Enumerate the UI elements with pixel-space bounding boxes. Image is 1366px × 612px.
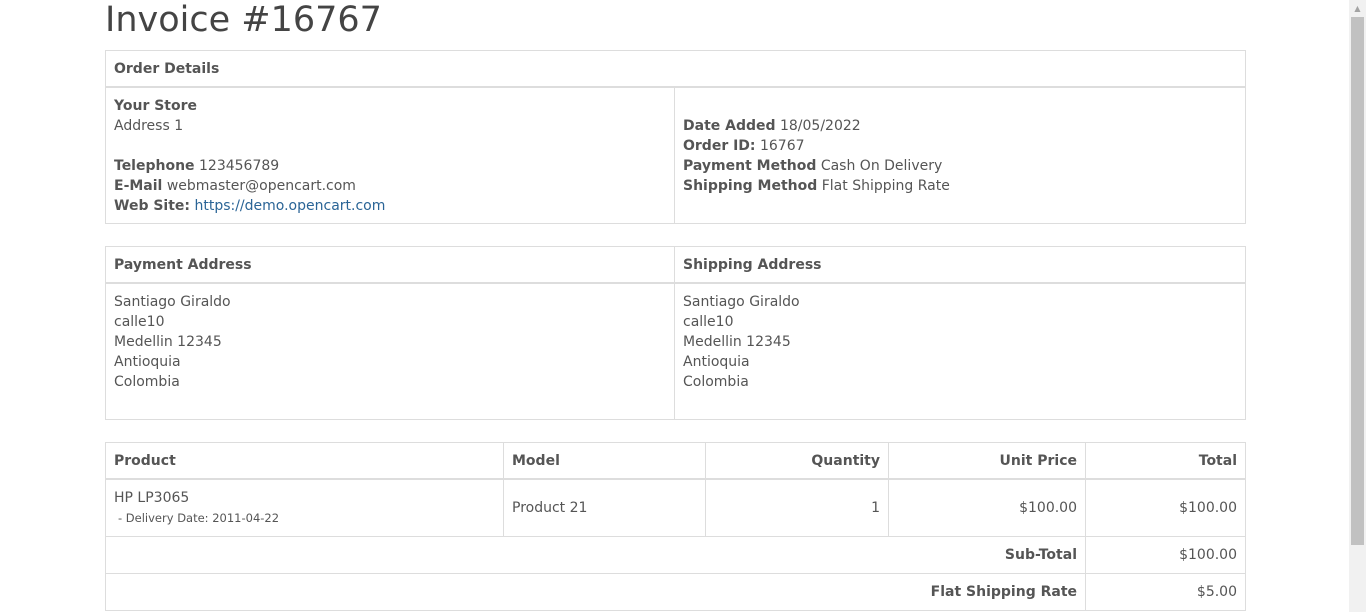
model-cell: Product 21: [503, 478, 706, 537]
order-details-heading: Order Details: [104, 50, 1247, 88]
telephone-label: Telephone: [114, 158, 195, 174]
address-table: Payment Address Shipping Address Santiag…: [105, 246, 1246, 420]
shipping-address-line: calle10: [683, 314, 734, 330]
product-option: - Delivery Date: 2011-04-22: [118, 510, 280, 525]
shipping-address-line: Santiago Giraldo: [683, 294, 800, 310]
quantity-cell: 1: [705, 478, 889, 537]
totals-row: Sub-Total $100.00: [105, 535, 1246, 574]
quantity-column-header: Quantity: [705, 442, 889, 480]
shipping-total-value: $5.00: [1085, 572, 1246, 611]
model-column-header: Model: [503, 442, 706, 480]
subtotal-value: $100.00: [1085, 535, 1246, 574]
shipping-method-label: Shipping Method: [683, 178, 818, 194]
products-table: Product Model Quantity Unit Price Total …: [105, 442, 1246, 611]
shipping-address: Santiago Giraldo calle10 Medellin 12345 …: [674, 282, 1246, 420]
total-cell: $100.00: [1085, 478, 1246, 537]
shipping-total-label-text: Flat Shipping Rate: [930, 583, 1077, 600]
shipping-address-heading: Shipping Address: [674, 246, 1246, 284]
unit-price-column-header: Unit Price: [888, 442, 1086, 480]
website-link[interactable]: https://demo.opencart.com: [194, 198, 385, 214]
shipping-method-value: Flat Shipping Rate: [821, 178, 950, 194]
vertical-scrollbar[interactable]: ▲: [1349, 0, 1366, 612]
date-added-label: Date Added: [683, 118, 776, 134]
email-label: E-Mail: [114, 178, 163, 194]
payment-method-label: Payment Method: [683, 158, 817, 174]
shipping-address-line: Colombia: [683, 374, 749, 390]
payment-address-heading: Payment Address: [105, 246, 675, 284]
subtotal-label-text: Sub-Total: [1004, 546, 1077, 563]
scroll-up-icon[interactable]: ▲: [1349, 0, 1366, 17]
payment-address-line: Santiago Giraldo: [114, 294, 231, 310]
store-address: Address 1: [114, 118, 184, 134]
subtotal-label: Sub-Total: [105, 535, 1086, 574]
order-details-table: Order Details Your Store Address 1 Telep…: [104, 50, 1247, 224]
totals-row: Flat Shipping Rate $5.00: [105, 572, 1246, 611]
email-value: webmaster@opencart.com: [166, 178, 356, 194]
payment-address-line: Colombia: [114, 374, 180, 390]
store-info-cell: Your Store Address 1 Telephone 123456789…: [105, 86, 675, 224]
website-label: Web Site:: [114, 198, 191, 214]
payment-method-value: Cash On Delivery: [820, 158, 943, 174]
product-cell: HP LP3065 - Delivery Date: 2011-04-22: [105, 478, 504, 537]
order-id-value: 16767: [759, 138, 805, 154]
product-column-header: Product: [105, 442, 504, 480]
product-name: HP LP3065: [114, 489, 190, 506]
payment-address-line: calle10: [114, 314, 165, 330]
total-column-header: Total: [1085, 442, 1246, 480]
payment-address-line: Antioquia: [114, 354, 181, 370]
shipping-total-label: Flat Shipping Rate: [105, 572, 1086, 611]
order-info-cell: Date Added 18/05/2022 Order ID: 16767 Pa…: [673, 86, 1247, 224]
order-id-label: Order ID:: [683, 138, 756, 154]
payment-address-line: Medellin 12345: [114, 334, 222, 350]
telephone-value: 123456789: [199, 158, 280, 174]
shipping-address-line: Medellin 12345: [683, 334, 791, 350]
shipping-address-line: Antioquia: [683, 354, 750, 370]
invoice-title: Invoice #16767: [105, 0, 382, 40]
scroll-thumb[interactable]: [1351, 17, 1364, 545]
table-row: HP LP3065 - Delivery Date: 2011-04-22 Pr…: [105, 478, 1246, 537]
unit-price-cell: $100.00: [888, 478, 1086, 537]
date-added-value: 18/05/2022: [779, 118, 861, 134]
store-name: Your Store: [114, 98, 198, 114]
payment-address: Santiago Giraldo calle10 Medellin 12345 …: [105, 282, 675, 420]
